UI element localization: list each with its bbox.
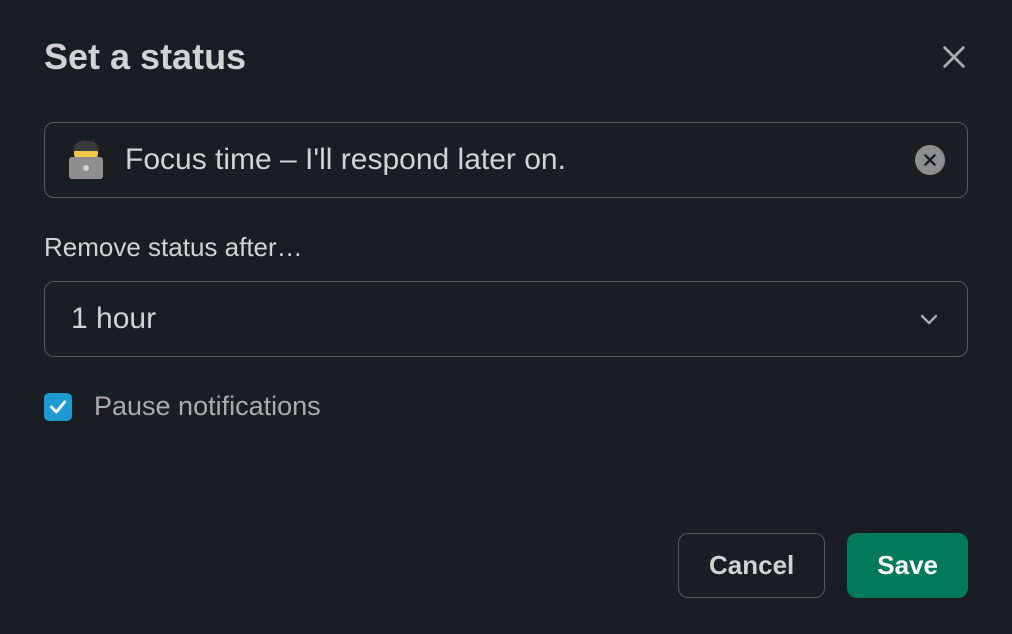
technologist-emoji-icon[interactable] (67, 141, 105, 179)
status-text-field[interactable]: Focus time – I'll respond later on. (125, 143, 915, 177)
save-button[interactable]: Save (847, 533, 968, 598)
cancel-button[interactable]: Cancel (678, 533, 825, 598)
remove-after-select[interactable]: 1 hour (44, 281, 968, 357)
remove-after-value: 1 hour (71, 302, 156, 336)
remove-after-label: Remove status after… (44, 232, 968, 263)
pause-notifications-checkbox[interactable] (44, 393, 72, 421)
chevron-down-icon (917, 307, 941, 331)
pause-notifications-label: Pause notifications (94, 391, 321, 422)
status-input[interactable]: Focus time – I'll respond later on. (44, 122, 968, 198)
pause-notifications-row[interactable]: Pause notifications (44, 391, 968, 422)
clear-status-icon[interactable] (915, 145, 945, 175)
close-icon[interactable] (940, 43, 968, 71)
dialog-title: Set a status (44, 36, 246, 78)
